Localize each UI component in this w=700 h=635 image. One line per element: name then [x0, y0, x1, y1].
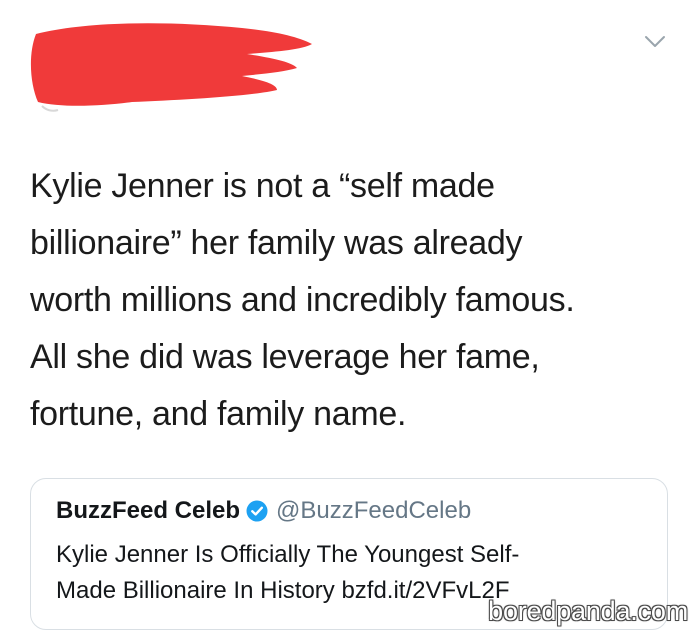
redacted-user-header	[22, 14, 322, 114]
tweet-text-line: billionaire” her family was already	[30, 224, 523, 262]
quoted-account-name[interactable]: BuzzFeed Celeb	[56, 497, 240, 525]
tweet-text-line: Kylie Jenner is not a “self made	[30, 167, 495, 205]
quoted-tweet-header: BuzzFeed Celeb @BuzzFeedCeleb	[56, 497, 471, 525]
tweet-text-line: fortune, and family name.	[30, 395, 407, 433]
quoted-account-handle[interactable]: @BuzzFeedCeleb	[276, 497, 471, 525]
verified-badge-icon	[246, 500, 268, 522]
chevron-down-icon[interactable]	[644, 34, 666, 50]
tweet-text-line: worth millions and incredibly famous.	[30, 281, 575, 319]
red-redaction-scribble	[30, 23, 313, 112]
tweet-text-line: All she did was leverage her fame,	[30, 338, 540, 376]
tweet: Kylie Jenner is not a “self made billion…	[0, 0, 700, 635]
boredpanda-watermark: boredpanda.com	[488, 596, 688, 626]
tweet-text: Kylie Jenner is not a “self made billion…	[30, 158, 670, 443]
quoted-tweet-text-line: Kylie Jenner Is Officially The Youngest …	[56, 541, 520, 568]
